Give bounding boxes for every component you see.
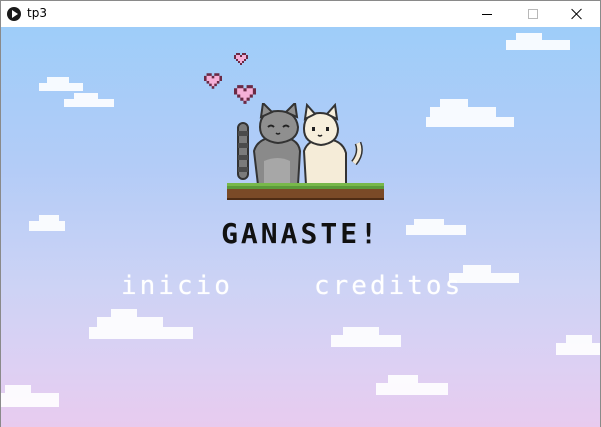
heart-icon [234,53,248,65]
grass-platform [227,183,384,200]
maximize-button[interactable] [510,1,556,27]
close-button[interactable] [554,1,600,27]
cream-cat [302,103,363,185]
heart-icon [234,85,256,104]
win-heading: GANASTE! [221,217,380,250]
cats-illustration [237,103,363,185]
gray-cat [252,103,302,185]
start-button[interactable]: inicio [121,271,233,301]
minimize-button[interactable] [464,1,510,27]
heart-icon [204,73,222,89]
gray-cat-tail [237,122,249,180]
window-title: tp3 [27,6,47,20]
credits-button[interactable]: creditos [314,271,463,301]
game-canvas[interactable]: GANASTE! inicio creditos [1,27,600,427]
app-window: tp3 GANASTE! inicio creditos [0,0,601,427]
processing-play-icon [7,7,21,21]
maximize-icon [528,9,538,19]
close-icon [571,8,583,20]
title-bar[interactable]: tp3 [1,1,600,27]
minimize-icon [482,13,492,15]
